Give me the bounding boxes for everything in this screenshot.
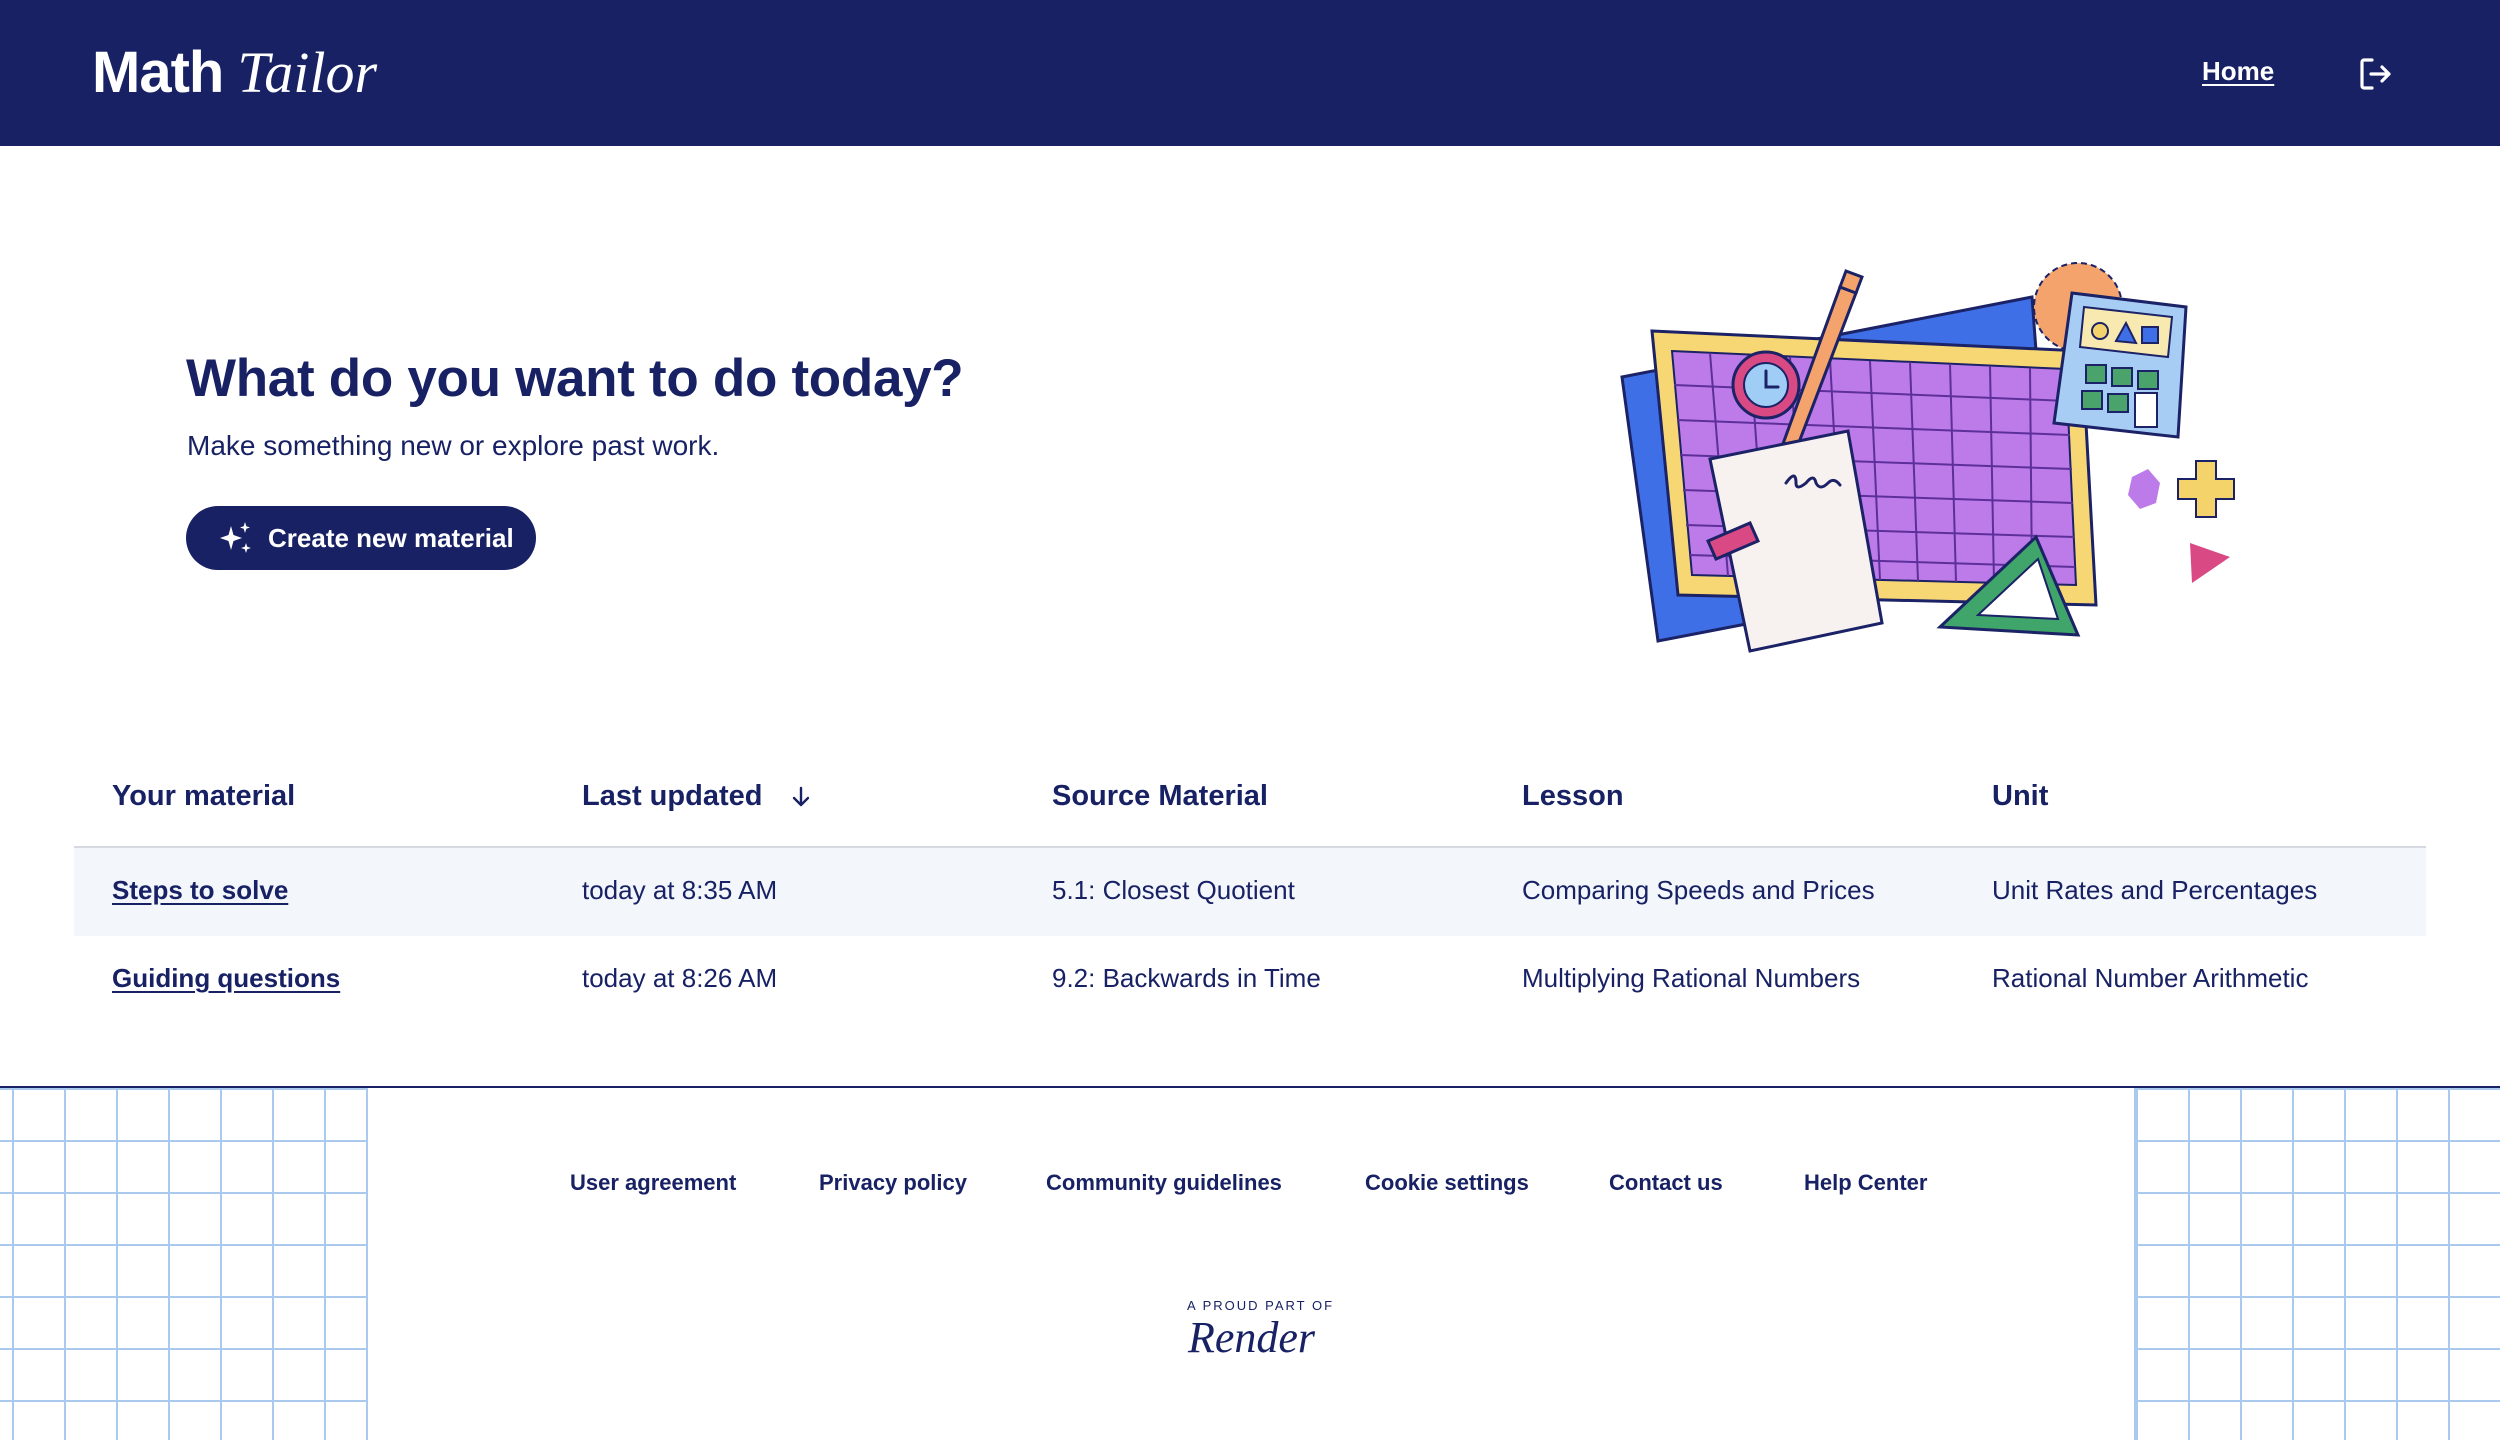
table-row: Guiding questions today at 8:26 AM 9.2: …: [74, 936, 2426, 1024]
footer-links: User agreement Privacy policy Community …: [0, 1170, 2500, 1210]
footer-link-community-guidelines[interactable]: Community guidelines: [1046, 1170, 1282, 1196]
lesson-cell: Comparing Speeds and Prices: [1522, 875, 1875, 905]
footer-link-privacy-policy[interactable]: Privacy policy: [819, 1170, 967, 1196]
column-header-unit: Unit: [1992, 780, 2049, 812]
materials-table: Your material Last updated Source Materi…: [74, 756, 2426, 1024]
page-subtitle: Make something new or explore past work.: [187, 430, 720, 461]
footer-link-help-center[interactable]: Help Center: [1804, 1170, 1927, 1196]
material-link[interactable]: Guiding questions: [112, 963, 340, 994]
footer-link-cookie-settings[interactable]: Cookie settings: [1365, 1170, 1529, 1196]
top-navbar: Math Tailor Home: [0, 0, 2500, 146]
create-button-label: Create new material: [268, 522, 514, 553]
brand-math: Math: [92, 40, 224, 105]
proud-part-of-label: A PROUD PART OF: [1187, 1298, 1335, 1313]
footer: User agreement Privacy policy Community …: [0, 1086, 2500, 1440]
column-header-your-material: Your material: [112, 780, 296, 812]
unit-cell: Rational Number Arithmetic: [1992, 963, 2309, 993]
table-row: Steps to solve today at 8:35 AM 5.1: Clo…: [74, 848, 2426, 936]
unit-cell: Unit Rates and Percentages: [1992, 875, 2318, 905]
math-supplies-illustration: [1620, 262, 2235, 653]
footer-grid-decoration-right: [2134, 1088, 2500, 1440]
column-header-last-updated-label: Last updated: [582, 780, 763, 812]
page-title: What do you want to do today?: [186, 349, 964, 408]
render-logo[interactable]: Render: [1188, 1312, 1315, 1363]
brand-tailor: Tailor: [237, 40, 378, 105]
logout-icon: [2360, 58, 2391, 90]
lesson-cell: Multiplying Rational Numbers: [1522, 963, 1861, 993]
column-header-lesson: Lesson: [1522, 780, 1624, 812]
create-new-material-button[interactable]: Create new material: [186, 506, 536, 570]
footer-link-user-agreement[interactable]: User agreement: [570, 1170, 736, 1196]
material-link[interactable]: Steps to solve: [112, 875, 288, 906]
footer-grid-decoration-left: [0, 1088, 368, 1440]
last-updated-cell: today at 8:26 AM: [582, 963, 778, 993]
source-material-cell: 5.1: Closest Quotient: [1052, 875, 1295, 905]
logout-button[interactable]: [2356, 54, 2396, 94]
table-header: Your material Last updated Source Materi…: [74, 756, 2426, 848]
last-updated-cell: today at 8:35 AM: [582, 875, 778, 905]
arrow-down-icon[interactable]: [790, 785, 812, 809]
home-link[interactable]: Home: [2202, 56, 2274, 87]
source-material-cell: 9.2: Backwards in Time: [1052, 963, 1321, 993]
footer-link-contact-us[interactable]: Contact us: [1609, 1170, 1723, 1196]
column-header-last-updated[interactable]: Last updated: [582, 780, 812, 813]
app-logo[interactable]: Math Tailor: [92, 36, 377, 110]
sparkles-icon: [220, 522, 251, 553]
column-header-source-material: Source Material: [1052, 780, 1268, 812]
